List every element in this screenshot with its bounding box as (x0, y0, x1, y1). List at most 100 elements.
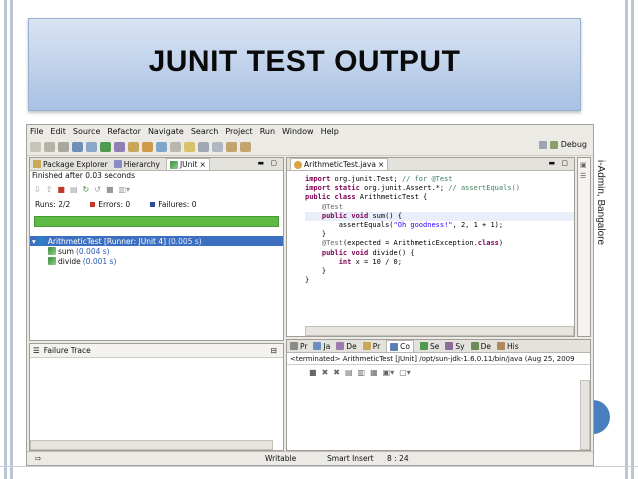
code-line: import org.junit.Test; // for @Test (305, 175, 574, 184)
minimized-views-strip: ▣ ☰ (577, 157, 591, 337)
collapse-icon[interactable]: ▾ (32, 237, 36, 246)
rerun-icon[interactable]: ↻ (83, 185, 90, 194)
tab-bottom-0[interactable]: Pr (290, 342, 307, 351)
save-icon[interactable] (44, 141, 55, 152)
right-border-rail-inner (625, 0, 628, 479)
scroll-lock-icon[interactable]: ▤ (70, 185, 78, 194)
menu-item-search[interactable]: Search (191, 127, 218, 136)
menu-item-help[interactable]: Help (321, 127, 339, 136)
history-icon[interactable]: ▥▾ (119, 185, 131, 194)
next-failure-icon[interactable]: ⇩ (34, 185, 41, 194)
tab-junit[interactable]: JUnit × (165, 158, 210, 170)
close-icon[interactable]: × (378, 160, 384, 169)
tab-label: Se (430, 341, 440, 351)
terminate-icon[interactable]: ■ (309, 368, 317, 377)
junit-icon (169, 160, 178, 169)
highlight-icon[interactable] (184, 141, 195, 152)
new-package-icon[interactable] (128, 141, 139, 152)
tab-bottom-3[interactable]: Pr (362, 342, 380, 351)
open-perspective-icon[interactable] (538, 140, 547, 149)
console-vertical-scrollbar[interactable] (580, 380, 590, 450)
view-window-controls[interactable]: ▬ ▢ (258, 159, 279, 167)
list-icon: ☰ (33, 346, 40, 355)
junit-view: Package Explorer Hierarchy JUnit × ▬ ▢ Fi… (29, 157, 284, 341)
tab-bottom-4[interactable]: Co (386, 340, 414, 352)
scroll-lock-icon[interactable]: ▥ (358, 368, 366, 377)
code-line: public void sum() { (305, 211, 574, 222)
horizontal-scrollbar[interactable] (30, 440, 273, 450)
code-token: } (305, 230, 327, 239)
tree-root-row[interactable]: ▾ ArithmeticTest [Runner: JUnit 4] (0.00… (30, 236, 283, 246)
code-token: @Test (305, 239, 343, 248)
junit-progress-bar (34, 216, 279, 227)
external-tools-icon[interactable] (114, 141, 125, 152)
tab-bottom-8[interactable]: His (496, 342, 519, 351)
next-annotation-icon[interactable] (212, 141, 223, 152)
menu-item-window[interactable]: Window (282, 127, 314, 136)
tab-arithmetic-test-java[interactable]: ArithmeticTest.java × (290, 158, 389, 170)
menu-item-source[interactable]: Source (73, 127, 100, 136)
failure-trace-header: ☰ Failure Trace ⊟ (30, 344, 283, 358)
show-failures-only-icon[interactable]: ■ (57, 185, 65, 194)
print-icon[interactable] (58, 141, 69, 152)
editor-horizontal-scrollbar[interactable] (305, 326, 574, 336)
search-icon[interactable] (170, 141, 181, 152)
menu-item-file[interactable]: File (30, 127, 43, 136)
clear-console-icon[interactable]: ▤ (345, 368, 353, 377)
view-icon (390, 342, 399, 351)
rerun-failed-icon[interactable]: ↺ (94, 185, 101, 194)
open-type-icon[interactable] (156, 141, 167, 152)
stop-icon[interactable]: ■ (106, 185, 114, 194)
remove-launch-icon[interactable]: ✖ (322, 368, 329, 377)
display-console-icon[interactable]: ▣▾ (383, 368, 395, 377)
code-line: assertEquals("Oh goodness!", 2, 1 + 1); (305, 221, 574, 230)
code-token: import (305, 175, 335, 183)
compare-results-icon[interactable]: ⊟ (271, 346, 277, 355)
console-view: Pr Ja De Pr Co Se Sy De His <terminated> Arithme… (286, 339, 591, 451)
menu-item-edit[interactable]: Edit (50, 127, 66, 136)
toggle-mark-icon[interactable] (198, 141, 209, 152)
hierarchy-icon (113, 160, 122, 168)
restore-icon[interactable]: ▣ (580, 161, 588, 169)
tree-test-row[interactable]: sum (0.004 s) (30, 246, 283, 256)
tab-label: Co (400, 342, 410, 351)
debug-perspective-icon (549, 140, 558, 149)
tab-bottom-1[interactable]: Ja (313, 342, 330, 351)
tab-package-explorer[interactable]: Package Explorer (33, 160, 108, 169)
forward-icon[interactable] (240, 141, 251, 152)
left-border-rail (4, 0, 7, 479)
menu-bar: File Edit Source Refactor Navigate Search Proj… (27, 125, 593, 138)
new-class-icon[interactable] (142, 141, 153, 152)
tab-hierarchy[interactable]: Hierarchy (113, 160, 160, 169)
new-icon[interactable] (30, 141, 41, 152)
tab-bottom-7[interactable]: De (470, 342, 491, 351)
debug-perspective-label[interactable]: Debug (561, 140, 587, 149)
code-editor[interactable]: import org.junit.Test; // for @Test impor… (287, 171, 574, 285)
close-icon[interactable]: × (199, 160, 205, 169)
tree-test-row[interactable]: divide (0.001 s) (30, 256, 283, 266)
code-token: public void (305, 248, 373, 257)
tab-label: Sy (455, 341, 465, 351)
editor-window-controls[interactable]: ▬ ▢ (549, 159, 570, 167)
back-icon[interactable] (226, 141, 237, 152)
step-icon[interactable] (86, 141, 97, 152)
pin-console-icon[interactable]: ▦ (370, 368, 378, 377)
menu-item-navigate[interactable]: Navigate (148, 127, 184, 136)
previous-failure-icon[interactable]: ⇧ (46, 185, 53, 194)
tab-bottom-2[interactable]: De (336, 342, 357, 351)
tab-bottom-6[interactable]: Sy (445, 341, 465, 351)
remove-all-icon[interactable]: ✖ (333, 368, 340, 377)
menu-item-project[interactable]: Project (225, 127, 252, 136)
perspective-switcher[interactable]: Debug (538, 140, 587, 149)
debug-run-icon[interactable] (72, 141, 83, 152)
menu-item-run[interactable]: Run (260, 127, 275, 136)
console-header: <terminated> ArithmeticTest [JUnit] /opt… (287, 353, 590, 365)
code-line: public void divide() { (305, 249, 574, 258)
code-line: public class ArithmeticTest { (305, 193, 574, 202)
tab-bottom-5[interactable]: Se (420, 342, 439, 351)
run-icon[interactable] (100, 141, 111, 152)
tab-label: Ja (323, 341, 331, 351)
open-console-icon[interactable]: ▢▾ (399, 368, 411, 377)
outline-icon[interactable]: ☰ (580, 172, 588, 180)
menu-item-refactor[interactable]: Refactor (107, 127, 141, 136)
